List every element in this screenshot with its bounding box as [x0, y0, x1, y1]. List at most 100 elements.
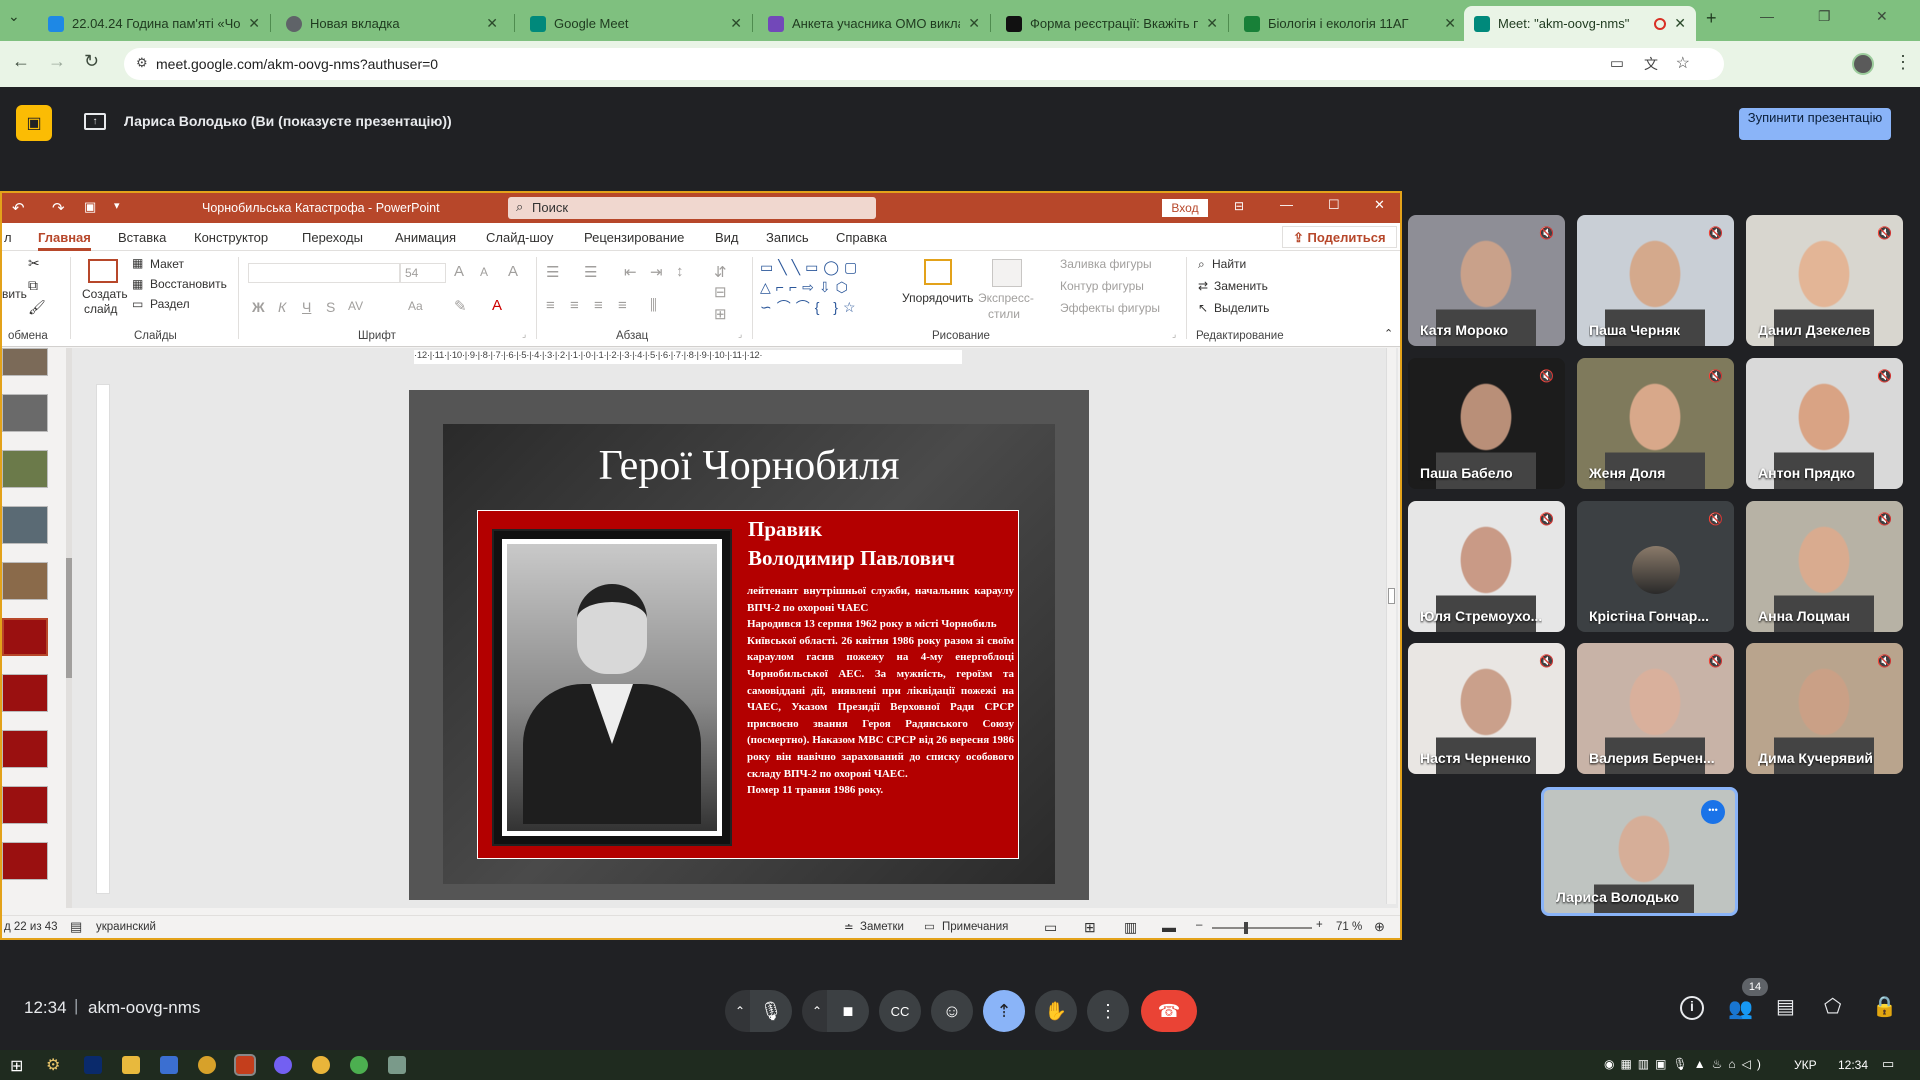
zoom-slider-thumb[interactable]	[1244, 922, 1248, 934]
tab-home[interactable]: Главная	[38, 230, 91, 251]
browser-menu-icon[interactable]: ⋮	[1894, 52, 1912, 73]
participant-tile[interactable]: Данил Дзекелев 🔇	[1746, 215, 1903, 346]
shrink-font-icon[interactable]: A	[480, 265, 488, 279]
font-dialog-launcher-icon[interactable]: ⌟	[522, 329, 526, 340]
new-slide-label[interactable]: Создать	[82, 287, 128, 301]
arrange-icon[interactable]	[924, 259, 952, 285]
site-info-icon[interactable]: ⚙	[136, 55, 148, 71]
spell-check-icon[interactable]: ▤	[70, 919, 82, 935]
maximize-icon[interactable]: ☐	[1328, 197, 1340, 213]
new-tab-icon[interactable]: +	[1706, 8, 1717, 29]
columns-icon[interactable]: ⫼	[650, 297, 657, 314]
shape-outline-button[interactable]: Контур фигуры	[1060, 279, 1144, 293]
autocad-app-icon[interactable]	[198, 1056, 216, 1074]
camera-in-use-icon[interactable]: ▭	[1610, 54, 1624, 72]
zoom-level[interactable]: 71 %	[1336, 921, 1362, 933]
forward-icon[interactable]: →	[48, 51, 66, 72]
grow-font-icon[interactable]: A	[454, 263, 464, 280]
captions-button[interactable]: CC	[879, 990, 921, 1032]
align-right-icon[interactable]: ≡	[594, 297, 603, 314]
select-button[interactable]: Выделить	[1214, 301, 1269, 315]
tab-help[interactable]: Справка	[836, 230, 887, 245]
underline-icon[interactable]: Ч	[302, 299, 311, 315]
arrow-down-icon[interactable]: ⇩	[819, 279, 836, 295]
close-icon[interactable]: ✕	[1374, 197, 1385, 213]
text-direction-icon[interactable]: ⇵	[714, 263, 727, 281]
close-tab-icon[interactable]: ✕	[1674, 15, 1686, 32]
translate-icon[interactable]: 文	[1644, 54, 1658, 74]
strikethrough-icon[interactable]: S	[326, 299, 335, 315]
close-tab-icon[interactable]: ✕	[486, 15, 498, 32]
close-tab-icon[interactable]: ✕	[730, 15, 742, 32]
normal-view-icon[interactable]: ▭	[1044, 919, 1057, 936]
reset-button[interactable]: Восстановить	[150, 277, 227, 291]
slide-thumbnail[interactable]	[2, 786, 48, 824]
zoom-in-icon[interactable]: +	[1316, 919, 1323, 931]
close-tab-icon[interactable]: ✕	[248, 15, 260, 32]
quick-styles-icon[interactable]	[992, 259, 1022, 287]
tab-design[interactable]: Конструктор	[194, 230, 268, 245]
redo-icon[interactable]: ↷	[52, 199, 65, 217]
file-explorer-app-icon[interactable]	[122, 1056, 140, 1074]
tab-review[interactable]: Рецензирование	[584, 230, 684, 245]
leave-call-button[interactable]: ☎	[1141, 990, 1197, 1032]
more-options-button[interactable]: ⋮	[1087, 990, 1129, 1032]
undo-icon[interactable]: ↶	[12, 199, 25, 217]
bookmark-star-icon[interactable]: ☆	[1676, 53, 1690, 73]
decrease-indent-icon[interactable]: ⇤	[624, 263, 637, 281]
align-center-icon[interactable]: ≡	[570, 297, 579, 314]
more-options-icon[interactable]: •••	[1701, 800, 1725, 824]
participant-tile[interactable]: Катя Мороко 🔇	[1408, 215, 1565, 346]
character-spacing-icon[interactable]: AV	[348, 299, 363, 313]
line-spacing-icon[interactable]: ↕	[676, 263, 684, 280]
reload-icon[interactable]: ↻	[84, 51, 99, 72]
participant-tile[interactable]: Дима Кучерявий 🔇	[1746, 643, 1903, 774]
host-controls-icon[interactable]: 🔒	[1872, 994, 1897, 1019]
slide-thumbnail[interactable]	[2, 394, 48, 432]
viber-app-icon[interactable]	[274, 1056, 292, 1074]
new-slide-label-2[interactable]: слайд	[84, 302, 117, 316]
tab-animation[interactable]: Анимация	[395, 230, 456, 245]
triangle-icon[interactable]: △	[760, 279, 776, 295]
rectangle-icon[interactable]: ▭	[805, 259, 823, 275]
close-window-icon[interactable]: ✕	[1876, 8, 1888, 25]
drawing-dialog-launcher-icon[interactable]: ⌟	[1172, 329, 1176, 340]
star-icon[interactable]: ☆	[843, 299, 861, 315]
participant-tile[interactable]: Женя Доля 🔇	[1577, 358, 1734, 489]
participant-tile[interactable]: Антон Прядко 🔇	[1746, 358, 1903, 489]
participant-tile[interactable]: Паша Черняк 🔇	[1577, 215, 1734, 346]
search-box[interactable]: ⌕ Поиск	[508, 197, 876, 219]
align-left-icon[interactable]: ≡	[546, 297, 555, 314]
chrome-profile-app-icon[interactable]	[350, 1056, 368, 1074]
copy-icon[interactable]: ⧉	[28, 277, 38, 294]
replace-button[interactable]: Заменить	[1214, 279, 1268, 293]
people-icon[interactable]: 👥	[1728, 996, 1753, 1021]
slide-thumbnail[interactable]	[2, 450, 48, 488]
browser-tab[interactable]: 22.04.24 Година пам'яті «Чорн ✕	[38, 6, 270, 41]
find-button[interactable]: Найти	[1212, 257, 1246, 271]
bullets-icon[interactable]: ☰	[546, 263, 559, 281]
arrange-button[interactable]: Упорядочить	[902, 291, 973, 305]
zoom-out-icon[interactable]: –	[1196, 919, 1202, 931]
zoom-slider[interactable]	[1212, 922, 1312, 934]
slide-thumbnail[interactable]	[2, 506, 48, 544]
arrow-right-icon[interactable]: ⇨	[802, 279, 819, 295]
ribbon-display-icon[interactable]: ⊟	[1234, 199, 1244, 213]
sign-in-button[interactable]: Вход	[1162, 199, 1208, 217]
new-slide-icon[interactable]	[88, 259, 118, 283]
tab-view[interactable]: Вид	[715, 230, 739, 245]
notes-button[interactable]: Заметки	[860, 921, 904, 933]
activities-icon[interactable]: ⬠	[1824, 994, 1841, 1019]
font-size-dropdown[interactable]: 54	[400, 263, 446, 283]
italic-icon[interactable]: К	[278, 299, 286, 315]
browser-tab[interactable]: Новая вкладка ✕	[276, 6, 508, 41]
stop-presenting-button[interactable]: Зупинити презентацію	[1739, 108, 1891, 140]
slide-thumbnail[interactable]	[2, 674, 48, 712]
shapes-gallery[interactable]: ▭╲╲▭◯▢ △⌐⌐⇨⇩⬡ ∽⌒⌒{ }☆	[760, 257, 892, 317]
smartart-icon[interactable]: ⊞	[714, 305, 727, 323]
tab-slideshow[interactable]: Слайд-шоу	[486, 230, 553, 245]
restore-window-icon[interactable]: ❐	[1818, 8, 1831, 25]
clear-format-icon[interactable]: A	[508, 263, 518, 280]
participant-tile[interactable]: Юля Стремоухо... 🔇	[1408, 501, 1565, 632]
slide-sorter-icon[interactable]: ⊞	[1084, 919, 1096, 936]
